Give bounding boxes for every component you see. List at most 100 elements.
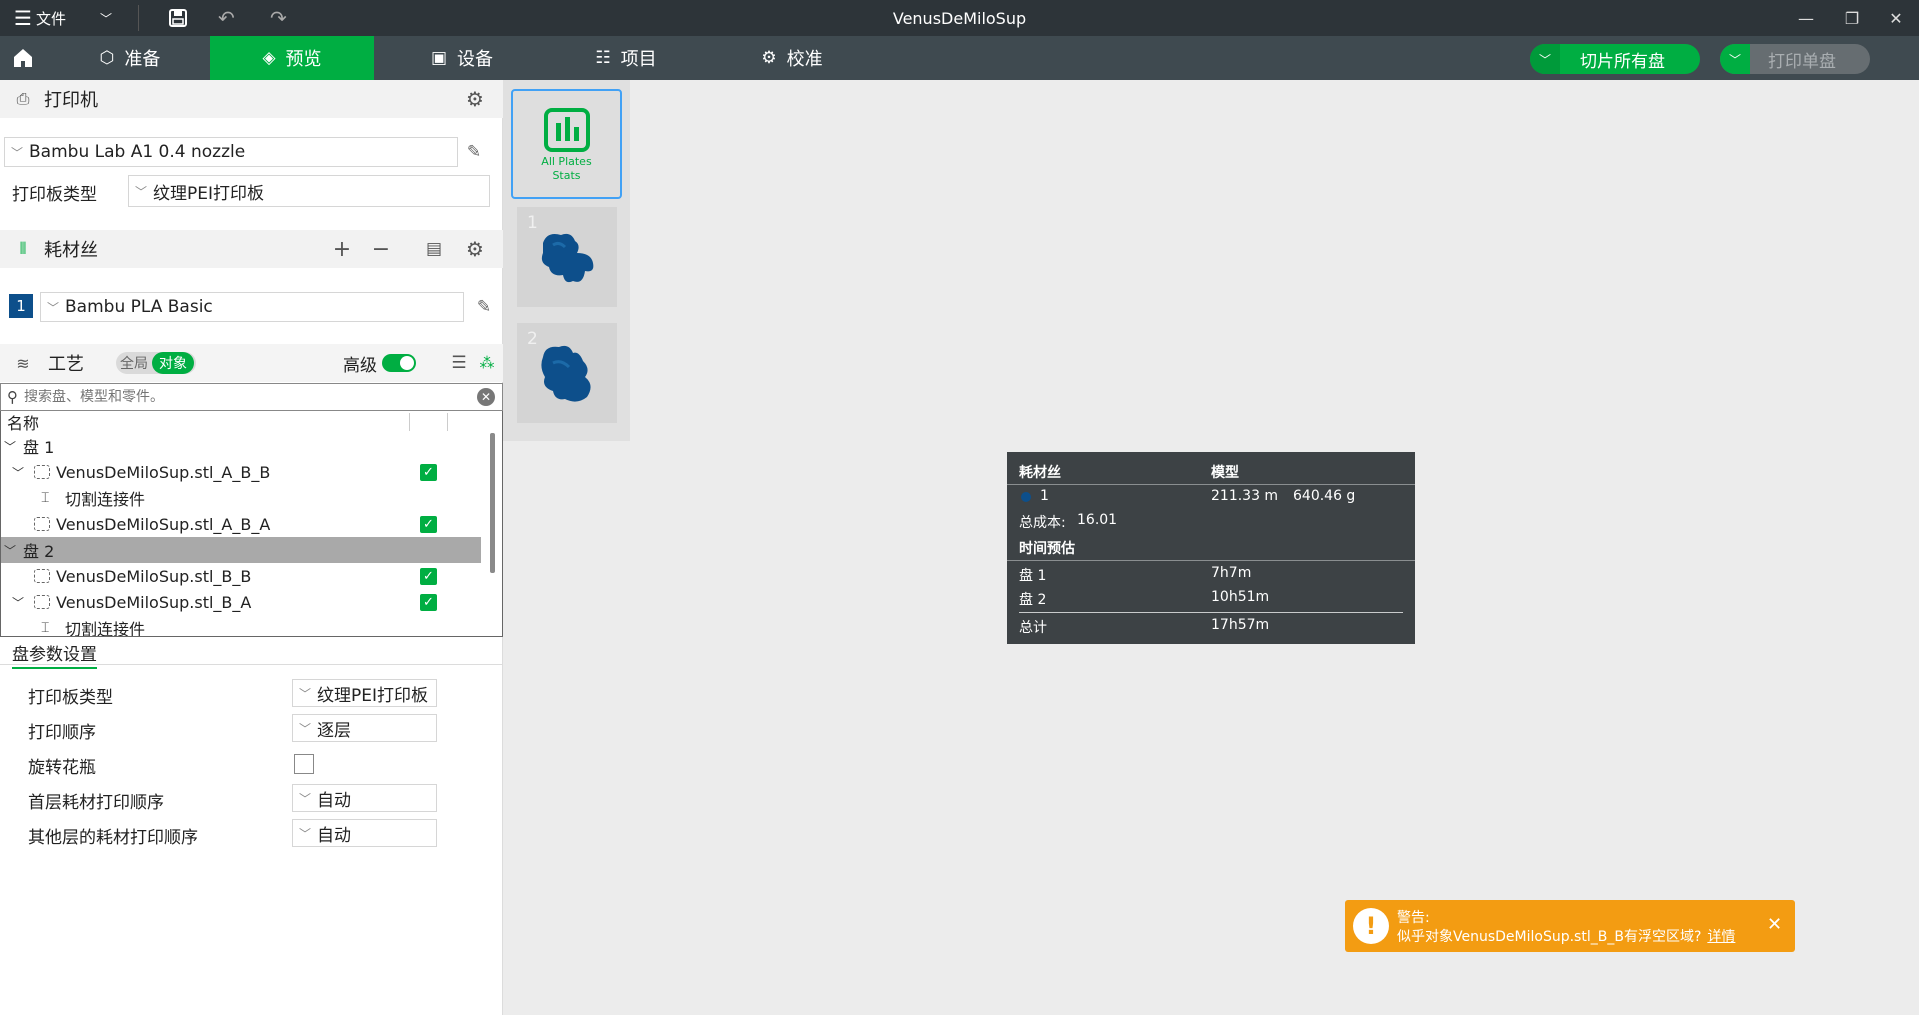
save-button[interactable] (168, 0, 188, 36)
warning-details-link[interactable]: 详情 (1707, 929, 1735, 945)
print-plate-button[interactable]: ﹀ 打印单盘 (1720, 44, 1870, 74)
tree-row-plate-1[interactable]: ﹀ 盘 1 (1, 433, 481, 459)
plate-type-setting-label: 打印板类型 (28, 688, 113, 708)
tree-row-object[interactable]: ﹀ VenusDeMiloSup.stl_A_B_B ✓ (1, 459, 481, 485)
print-sequence-select[interactable]: ﹀ 逐层 (292, 714, 437, 742)
tree-row-connector[interactable]: ⌶ 切割连接件 (1, 615, 481, 637)
clear-search-icon[interactable]: ✕ (477, 388, 495, 406)
filament-sync-icon[interactable]: ▤ (421, 236, 447, 262)
plate-thumb-2[interactable]: 2 (517, 323, 617, 423)
object-tree: 名称 ﹀ 盘 1 ﹀ VenusDeMiloSup.stl_A_B_B ✓ ⌶ … (0, 411, 503, 637)
tree-row-connector[interactable]: ⌶ 切割连接件 (1, 485, 481, 511)
filament-icon: ⦀ (19, 239, 27, 258)
tab-label: 项目 (620, 49, 657, 70)
gear-icon[interactable]: ⚙ (462, 236, 488, 262)
tree-scrollbar[interactable] (490, 433, 495, 573)
restore-icon: ❐ (1844, 8, 1860, 28)
object-icon (34, 569, 50, 583)
chevron-down-icon[interactable]: ﹀ (11, 464, 25, 481)
list-icon[interactable]: ☰ (446, 350, 472, 376)
tab-device[interactable]: ▣ 设备 (410, 36, 514, 80)
compare-icon[interactable]: ⁂ (474, 350, 500, 376)
menu-dropdown-button[interactable]: ﹀ (100, 0, 112, 36)
search-box[interactable]: ⚲ ✕ (0, 383, 503, 411)
layers-icon: ◈ (262, 48, 276, 68)
tab-preview[interactable]: ◈ 预览 (210, 36, 374, 80)
tree-row-label: 盘 2 (23, 542, 55, 561)
tab-calibration[interactable]: ⚙ 校准 (740, 36, 844, 80)
time-header: 时间预估 (1019, 541, 1075, 557)
advanced-label: 高级 (343, 355, 377, 376)
redo-button[interactable]: ↷ (270, 0, 287, 36)
filament-id: 1 (1040, 488, 1049, 504)
plate-type-setting-select[interactable]: ﹀ 纹理PEI打印板 (292, 679, 437, 707)
chevron-down-icon: ﹀ (299, 686, 312, 701)
chevron-down-icon[interactable]: ﹀ (3, 542, 17, 559)
chevron-down-icon[interactable]: ﹀ (3, 438, 17, 455)
chevron-down-icon[interactable]: ﹀ (1530, 44, 1560, 74)
add-filament-button[interactable]: + (329, 236, 355, 262)
advanced-toggle[interactable] (382, 354, 416, 372)
gear-icon[interactable]: ⚙ (462, 86, 488, 112)
slice-all-button[interactable]: ﹀ 切片所有盘 (1530, 44, 1700, 74)
filament-section-title: 耗材丝 (44, 240, 98, 261)
plate-type-label: 打印板类型 (12, 185, 97, 205)
close-window-button[interactable]: ✕ (1874, 0, 1918, 36)
tree-row-object[interactable]: VenusDeMiloSup.stl_B_B ✓ (1, 563, 481, 589)
first-layer-order-select[interactable]: ﹀ 自动 (292, 784, 437, 812)
tab-prepare[interactable]: ⬡ 准备 (80, 36, 180, 80)
maximize-button[interactable]: ❐ (1830, 0, 1874, 36)
minimize-button[interactable]: — (1784, 0, 1828, 36)
chevron-down-icon[interactable]: ﹀ (11, 594, 25, 611)
remove-filament-button[interactable]: − (368, 236, 394, 262)
search-input[interactable] (24, 389, 464, 405)
plate-thumb-1[interactable]: 1 (517, 207, 617, 307)
process-icon: ≋ (16, 353, 30, 373)
menu-button[interactable]: ☰ 文件 (14, 0, 66, 36)
plate-type-select[interactable]: ﹀ 纹理PEI打印板 (128, 175, 490, 207)
printer-name: Bambu Lab A1 0.4 nozzle (29, 142, 246, 162)
hamburger-icon: ☰ (14, 6, 32, 30)
name-column-header: 名称 (7, 414, 40, 433)
print-plate-label: 打印单盘 (1768, 51, 1836, 72)
all-plates-stats-thumb[interactable]: All Plates Stats (511, 89, 622, 199)
visible-checkbox[interactable]: ✓ (420, 567, 437, 585)
divider (138, 5, 139, 31)
tree-row-plate-2[interactable]: ﹀ 盘 2 (1, 537, 481, 563)
printer-select[interactable]: ﹀ Bambu Lab A1 0.4 nozzle (4, 137, 458, 167)
tab-label: 校准 (786, 49, 823, 70)
filament-select[interactable]: ﹀ Bambu PLA Basic (40, 292, 464, 322)
edit-icon[interactable]: ✎ (462, 140, 486, 164)
tree-row-label: VenusDeMiloSup.stl_A_B_A (56, 514, 271, 534)
model-header: 模型 (1211, 465, 1239, 481)
visible-checkbox[interactable]: ✓ (420, 515, 437, 533)
tree-row-object[interactable]: VenusDeMiloSup.stl_A_B_A ✓ (1, 511, 481, 537)
other-layers-order-select[interactable]: ﹀ 自动 (292, 819, 437, 847)
home-button[interactable] (0, 36, 46, 80)
plate-stats-popup: 耗材丝 模型 1 211.33 m 640.46 g 总成本: 16.01 时间… (1007, 452, 1415, 644)
tree-row-label: 切割连接件 (65, 620, 146, 637)
tab-plate-settings[interactable]: 盘参数设置 (12, 640, 97, 669)
list-icon: ☷ (595, 48, 611, 68)
tab-project[interactable]: ☷ 项目 (574, 36, 678, 80)
global-object-toggle[interactable]: 全局 对象 (116, 352, 196, 374)
chevron-down-icon[interactable]: ﹀ (1720, 44, 1750, 74)
close-toast-icon[interactable]: ✕ (1767, 914, 1782, 935)
tree-row-object[interactable]: ﹀ VenusDeMiloSup.stl_B_A ✓ (1, 589, 481, 615)
edit-icon[interactable]: ✎ (472, 295, 496, 319)
process-section-title: 工艺 (48, 354, 84, 375)
device-icon: ▣ (430, 48, 448, 68)
spiral-vase-checkbox[interactable] (294, 754, 314, 774)
filament-slot-badge[interactable]: 1 (9, 294, 33, 318)
undo-button[interactable]: ↶ (218, 0, 235, 36)
stats-icon (544, 108, 590, 152)
visible-checkbox[interactable]: ✓ (420, 593, 437, 611)
chevron-down-icon: ﹀ (47, 300, 60, 315)
plate-1-label: 盘 1 (1019, 568, 1047, 584)
filament-color-dot (1021, 492, 1031, 502)
object-icon (34, 517, 50, 531)
object-label: 对象 (152, 352, 194, 374)
all-plates-line1: All Plates (541, 155, 592, 168)
search-icon: ⚲ (7, 388, 18, 406)
visible-checkbox[interactable]: ✓ (420, 463, 437, 481)
